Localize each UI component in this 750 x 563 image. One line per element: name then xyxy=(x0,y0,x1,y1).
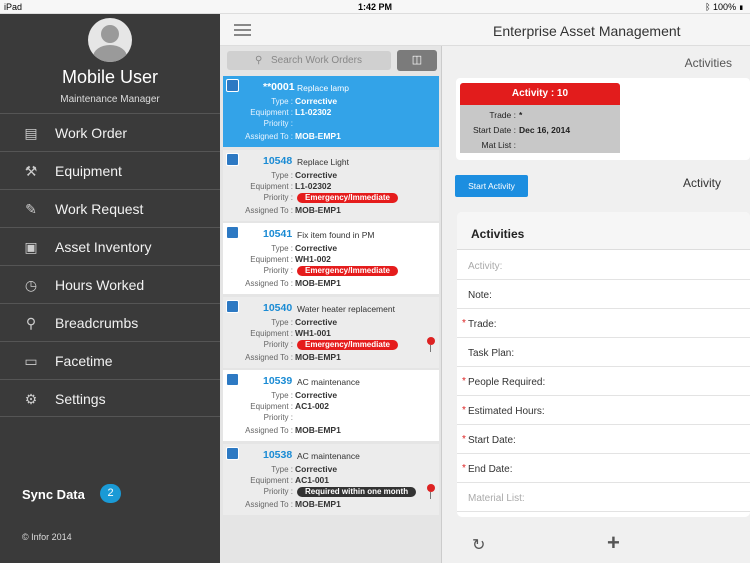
video-icon: ▭ xyxy=(24,353,38,369)
inventory-icon: ▣ xyxy=(24,239,38,255)
sidebar-item-work-order[interactable]: ▤ Work Order xyxy=(0,113,220,151)
required-marker: * xyxy=(462,434,466,445)
material-list-field[interactable]: Material List: xyxy=(457,483,750,512)
search-input[interactable]: ⚲ Search Work Orders xyxy=(227,51,391,70)
priority-badge: Emergency/Immediate xyxy=(297,266,398,276)
work-order-list: ⚲ Search Work Orders ◫ **0001 Replace lam… xyxy=(220,46,442,563)
activity-card[interactable]: Activity : 10 Trade : * Start Date : Dec 1… xyxy=(456,78,750,160)
activity-detail: Activities Activity : 10 Trade : * Start … xyxy=(442,46,750,563)
clipboard-icon: ▤ xyxy=(24,125,38,141)
required-marker: * xyxy=(462,318,466,329)
menu-icon[interactable] xyxy=(234,24,251,36)
clock: 1:42 PM xyxy=(357,2,392,12)
edit-icon xyxy=(226,226,239,239)
edit-icon xyxy=(226,79,239,92)
main-area: Enterprise Asset Management ⚲ Search Work… xyxy=(220,14,750,563)
equipment-icon: ⚒ xyxy=(24,163,38,179)
list-item[interactable]: 10538 AC maintenance Type : Corrective Eq… xyxy=(223,444,439,515)
start-date-field[interactable]: * Start Date: xyxy=(457,425,750,454)
activity-card-title: Activity : 10 xyxy=(460,83,620,105)
search-icon: ⚲ xyxy=(255,55,263,66)
sidebar-item-facetime[interactable]: ▭ Facetime xyxy=(0,341,220,379)
priority-badge: Emergency/Immediate xyxy=(297,193,398,203)
sidebar-item-equipment[interactable]: ⚒ Equipment xyxy=(0,151,220,189)
edit-icon xyxy=(226,373,239,386)
sidebar-item-asset-inventory[interactable]: ▣ Asset Inventory xyxy=(0,227,220,265)
sidebar-item-work-request[interactable]: ✎ Work Request xyxy=(0,189,220,227)
detail-header: Activities xyxy=(684,56,732,70)
sync-count-badge: 2 xyxy=(100,484,121,503)
bottom-toolbar: ↻ + xyxy=(442,522,750,563)
sidebar-item-breadcrumbs[interactable]: ⚲ Breadcrumbs xyxy=(0,303,220,341)
map-button[interactable]: ◫ xyxy=(397,50,437,71)
activity-field[interactable]: Activity: xyxy=(457,251,750,280)
task-plan-field[interactable]: Task Plan: xyxy=(457,338,750,367)
edit-icon xyxy=(226,153,239,166)
battery-level: ᛒ 100% ▮ xyxy=(705,2,744,12)
add-icon[interactable]: + xyxy=(607,530,620,556)
gear-icon: ⚙ xyxy=(24,391,38,407)
activity-card-body: Trade : * Start Date : Dec 16, 2014 Mat Li… xyxy=(460,105,620,153)
activities-form: Activities Activity: Note: * Trade: Task … xyxy=(457,212,750,517)
estimated-hours-field[interactable]: * Estimated Hours: xyxy=(457,396,750,425)
edit-icon xyxy=(226,300,239,313)
refresh-icon[interactable]: ↻ xyxy=(472,535,485,555)
user-name: Mobile User xyxy=(61,67,159,87)
map-icon: ◫ xyxy=(411,54,423,66)
sidebar-menu: ▤ Work Order ⚒ Equipment ✎ Work Request ▣ As… xyxy=(0,113,220,417)
required-marker: * xyxy=(462,463,466,474)
battery-icon: ▮ xyxy=(738,2,744,12)
sidebar-item-settings[interactable]: ⚙ Settings xyxy=(0,379,220,417)
list-item[interactable]: **0001 Replace lamp Type : Corrective Equ… xyxy=(223,76,439,147)
request-icon: ✎ xyxy=(25,201,37,217)
list-item[interactable]: 10541 Fix item found in PM Type : Correct… xyxy=(223,223,439,294)
end-date-field[interactable]: * End Date: xyxy=(457,454,750,483)
trade-field[interactable]: * Trade: xyxy=(457,309,750,338)
note-field[interactable]: Note: xyxy=(457,280,750,309)
people-required-field[interactable]: * People Required: xyxy=(457,367,750,396)
sidebar-item-hours-worked[interactable]: ◷ Hours Worked xyxy=(0,265,220,303)
sync-data-button[interactable]: Sync Data xyxy=(22,487,85,502)
avatar[interactable] xyxy=(88,18,132,62)
start-activity-button[interactable]: Start Activity xyxy=(455,175,528,197)
bluetooth-icon: ᛒ xyxy=(705,2,714,12)
status-bar: iPad 1:42 PM ᛒ 100% ▮ xyxy=(0,0,750,14)
priority-badge: Emergency/Immediate xyxy=(297,340,398,350)
hours-icon: ◷ xyxy=(24,277,38,293)
list-item[interactable]: 10539 AC maintenance Type : Corrective Eq… xyxy=(223,370,439,441)
copyright: © Infor 2014 xyxy=(22,532,72,542)
map-pin-icon[interactable] xyxy=(426,337,436,352)
activity-subtitle: Activity xyxy=(683,176,722,190)
required-marker: * xyxy=(462,376,466,387)
location-pin-icon: ⚲ xyxy=(25,315,37,331)
edit-icon xyxy=(226,447,239,460)
map-pin-icon[interactable] xyxy=(426,484,436,499)
list-item[interactable]: 10540 Water heater replacement Type : Cor… xyxy=(223,297,439,368)
user-role: Maintenance Manager xyxy=(60,94,160,105)
top-bar: Enterprise Asset Management xyxy=(220,14,750,46)
list-item[interactable]: 10548 Replace Light Type : Corrective Equ… xyxy=(223,150,439,221)
app-title: Enterprise Asset Management xyxy=(493,23,681,39)
priority-badge: Required within one month xyxy=(297,487,417,497)
form-title: Activities xyxy=(457,212,750,250)
sidebar: Mobile User Maintenance Manager ▤ Work Or… xyxy=(0,14,220,563)
required-marker: * xyxy=(462,405,466,416)
